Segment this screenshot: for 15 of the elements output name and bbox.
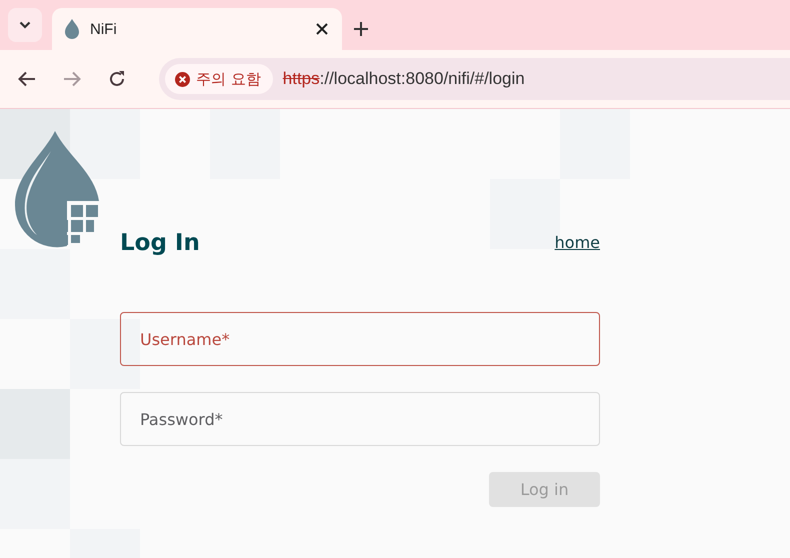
- chevron-down-icon: [19, 21, 31, 29]
- username-field[interactable]: Username*: [120, 312, 600, 366]
- error-icon: [175, 72, 190, 86]
- security-warning-chip[interactable]: 주의 요함: [165, 64, 273, 94]
- password-field[interactable]: Password*: [120, 392, 600, 446]
- close-tab-icon[interactable]: [314, 21, 330, 37]
- tab-list-button[interactable]: [8, 8, 42, 42]
- drop-icon: [64, 18, 80, 40]
- new-tab-icon[interactable]: [352, 20, 370, 38]
- home-link[interactable]: home: [554, 233, 600, 252]
- tab-title: NiFi: [90, 20, 118, 38]
- url-text[interactable]: https://localhost:8080/nifi/#/login: [282, 69, 525, 89]
- page-heading: Log In: [120, 230, 200, 256]
- drop-logo-icon: [15, 131, 100, 249]
- browser-tab[interactable]: NiFi: [52, 8, 342, 50]
